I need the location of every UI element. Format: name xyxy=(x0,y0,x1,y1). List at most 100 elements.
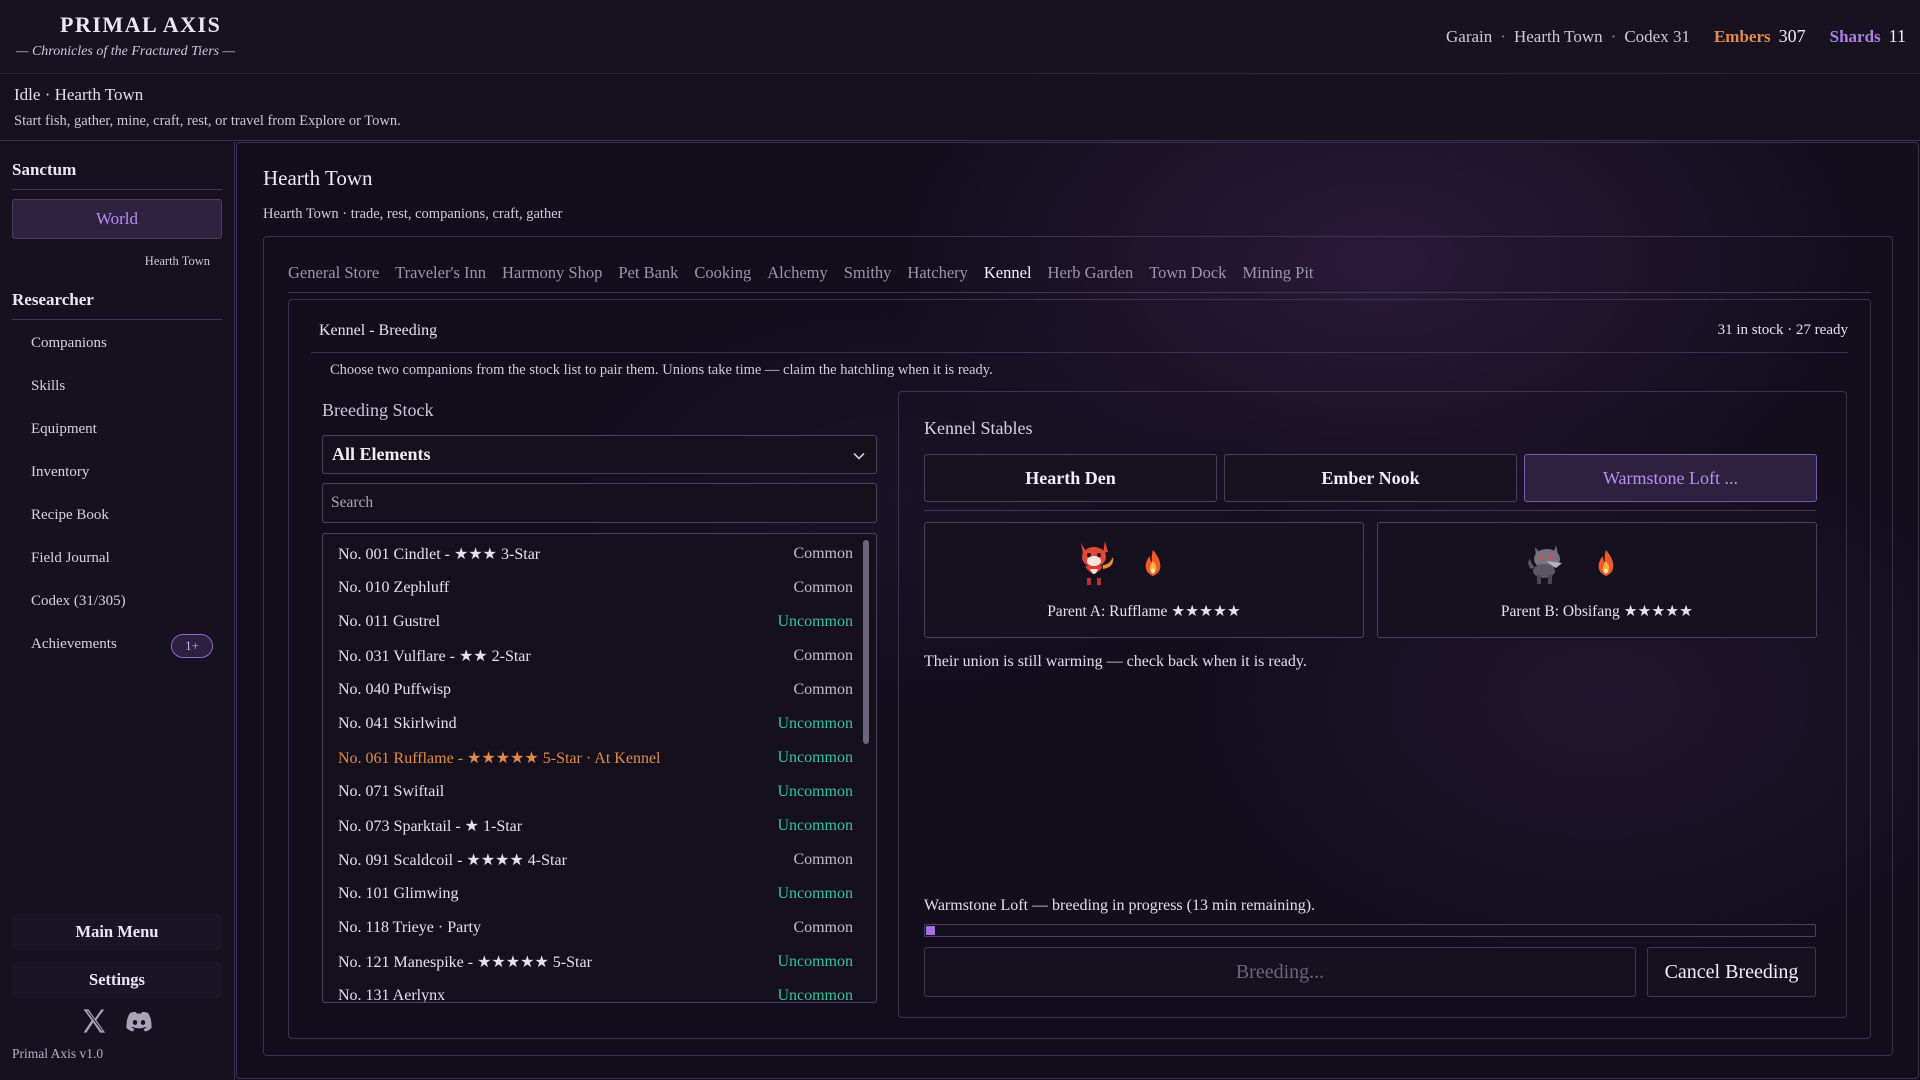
rarity-label: Uncommon xyxy=(777,749,853,766)
list-item[interactable]: No. 131 Aerlynx Uncommon xyxy=(338,979,853,1003)
companion-name: No. 091 Scaldcoil - ★★★★ 4-Star xyxy=(338,852,567,869)
list-item[interactable]: No. 073 Sparktail - ★ 1-Star Uncommon xyxy=(338,809,853,843)
tab-alchemy[interactable]: Alchemy xyxy=(767,263,827,283)
settings-button[interactable]: Settings xyxy=(12,962,222,998)
list-item[interactable]: No. 091 Scaldcoil - ★★★★ 4-Star Common xyxy=(338,843,853,877)
list-item-selected[interactable]: No. 061 Rufflame - ★★★★★ 5-Star · At Ken… xyxy=(338,741,853,775)
rarity-label: Common xyxy=(793,579,853,596)
x-logo-icon[interactable] xyxy=(80,1007,108,1035)
tab-mining-pit[interactable]: Mining Pit xyxy=(1242,263,1313,283)
rarity-label: Uncommon xyxy=(777,715,853,732)
rarity-label: Uncommon xyxy=(777,953,853,970)
tab-travelers-inn[interactable]: Traveler's Inn xyxy=(395,263,486,283)
divider xyxy=(12,189,222,190)
list-item[interactable]: No. 071 Swiftail Uncommon xyxy=(338,775,853,809)
activity-hint: Start fish, gather, mine, craft, rest, o… xyxy=(14,113,401,129)
breeding-progress-text: Warmstone Loft — breeding in progress (1… xyxy=(924,897,1316,914)
companion-name: No. 131 Aerlynx xyxy=(338,987,446,1003)
stock-summary: 31 in stock · 27 ready xyxy=(1717,322,1848,338)
list-item[interactable]: No. 041 Skirlwind Uncommon xyxy=(338,707,853,741)
cancel-breeding-button[interactable]: Cancel Breeding xyxy=(1647,947,1816,997)
parent-b-label: Parent B: Obsifang ★★★★★ xyxy=(1500,603,1694,620)
companion-name: No. 031 Vulflare - ★★ 2-Star xyxy=(338,648,531,665)
rarity-label: Uncommon xyxy=(777,783,853,800)
sidebar-item-skills[interactable]: Skills xyxy=(31,378,65,395)
shards-value: 11 xyxy=(1888,26,1906,46)
game-title: PRIMAL AXIS xyxy=(60,12,222,37)
tab-hatchery[interactable]: Hatchery xyxy=(907,263,967,283)
fire-fox-icon xyxy=(1081,541,1114,585)
discord-logo-icon[interactable] xyxy=(124,1010,154,1034)
activity-location: Hearth Town xyxy=(54,85,144,104)
companion-name: No. 011 Gustrel xyxy=(338,613,441,630)
breeding-progress-bar xyxy=(924,924,1816,937)
sidebar-item-companions[interactable]: Companions xyxy=(31,335,107,352)
kennel-description: Choose two companions from the stock lis… xyxy=(330,362,993,378)
list-scrollbar[interactable] xyxy=(863,540,869,744)
search-input[interactable] xyxy=(322,483,877,523)
sidebar: Sanctum World Hearth Town Researcher Com… xyxy=(0,142,235,1080)
tab-herb-garden[interactable]: Herb Garden xyxy=(1048,263,1134,283)
list-item[interactable]: No. 101 Glimwing Uncommon xyxy=(338,877,853,911)
tab-town-dock[interactable]: Town Dock xyxy=(1149,263,1226,283)
rarity-label: Common xyxy=(793,919,853,936)
player-name: Garain xyxy=(1446,26,1493,46)
sidebar-item-achievements[interactable]: Achievements xyxy=(31,636,117,653)
companion-name: No. 101 Glimwing xyxy=(338,885,459,902)
top-bar: PRIMAL AXIS — Chronicles of the Fracture… xyxy=(0,0,1920,74)
sidebar-item-equipment[interactable]: Equipment xyxy=(31,421,97,438)
list-item[interactable]: No. 118 Trieye · Party Common xyxy=(338,911,853,945)
parent-a-card[interactable]: Parent A: Rufflame ★★★★★ xyxy=(924,522,1364,638)
player-summary: Garain · Hearth Town · Codex 31 Embers 3… xyxy=(1446,26,1906,47)
companion-name: No. 121 Manespike - ★★★★★ 5-Star xyxy=(338,954,592,971)
rarity-label: Uncommon xyxy=(777,817,853,834)
tab-pet-bank[interactable]: Pet Bank xyxy=(618,263,678,283)
breeding-button: Breeding... xyxy=(924,947,1636,997)
companion-name: No. 010 Zephluff xyxy=(338,579,450,596)
embers-value: 307 xyxy=(1778,26,1806,46)
kennel-panel: Kennel - Breeding 31 in stock · 27 ready… xyxy=(288,299,1871,1039)
sidebar-item-inventory[interactable]: Inventory xyxy=(31,464,89,481)
sidebar-item-codex[interactable]: Codex (31/305) xyxy=(31,593,126,610)
list-item[interactable]: No. 010 Zephluff Common xyxy=(338,571,853,605)
list-item[interactable]: No. 011 Gustrel Uncommon xyxy=(338,605,853,639)
parent-a-label: Parent A: Rufflame ★★★★★ xyxy=(1047,603,1241,620)
tab-cooking[interactable]: Cooking xyxy=(694,263,751,283)
stable-tab-hearth-den[interactable]: Hearth Den xyxy=(924,454,1217,502)
sidebar-item-field-journal[interactable]: Field Journal xyxy=(31,550,110,567)
tab-general-store[interactable]: General Store xyxy=(288,263,379,283)
sidebar-item-recipe-book[interactable]: Recipe Book xyxy=(31,507,109,524)
list-item[interactable]: No. 031 Vulflare - ★★ 2-Star Common xyxy=(338,639,853,673)
element-filter-select[interactable]: All Elements xyxy=(322,435,877,474)
shards-label: Shards xyxy=(1829,26,1881,46)
fire-element-icon xyxy=(1145,550,1161,576)
breeding-stock-list: No. 001 Cindlet - ★★★ 3-Star Common No. … xyxy=(322,533,877,1003)
achievements-badge: 1+ xyxy=(171,634,213,658)
separator: · xyxy=(1610,26,1617,46)
divider xyxy=(924,510,1816,511)
breeding-status-message: Their union is still warming — check bac… xyxy=(924,653,1307,670)
version-label: Primal Axis v1.0 xyxy=(12,1046,104,1061)
town-services-panel: General Store Traveler's Inn Harmony Sho… xyxy=(263,236,1893,1056)
tab-smithy[interactable]: Smithy xyxy=(844,263,892,283)
companion-name: No. 001 Cindlet - ★★★ 3-Star xyxy=(338,546,541,563)
stable-tab-ember-nook[interactable]: Ember Nook xyxy=(1224,454,1517,502)
tab-kennel[interactable]: Kennel xyxy=(984,263,1032,283)
page-subtitle: Hearth Town · trade, rest, companions, c… xyxy=(263,206,563,222)
player-location: Hearth Town xyxy=(1513,26,1603,46)
sanctum-heading: Sanctum xyxy=(12,160,77,179)
tab-harmony-shop[interactable]: Harmony Shop xyxy=(502,263,602,283)
main-menu-button[interactable]: Main Menu xyxy=(12,914,222,950)
stable-tab-warmstone-loft[interactable]: Warmstone Loft ... xyxy=(1524,454,1817,502)
tabs-divider xyxy=(288,292,1871,293)
rarity-label: Common xyxy=(793,851,853,868)
parent-b-card[interactable]: Parent B: Obsifang ★★★★★ xyxy=(1377,522,1817,638)
companion-name: No. 073 Sparktail - ★ 1-Star xyxy=(338,818,523,835)
world-button[interactable]: World xyxy=(12,199,222,239)
list-item[interactable]: No. 040 Puffwisp Common xyxy=(338,673,853,707)
list-item[interactable]: No. 121 Manespike - ★★★★★ 5-Star Uncommo… xyxy=(338,945,853,979)
fire-element-icon xyxy=(1598,550,1614,576)
list-item[interactable]: No. 001 Cindlet - ★★★ 3-Star Common xyxy=(338,537,853,571)
rarity-label: Common xyxy=(793,681,853,698)
companion-name: No. 041 Skirlwind xyxy=(338,715,457,732)
